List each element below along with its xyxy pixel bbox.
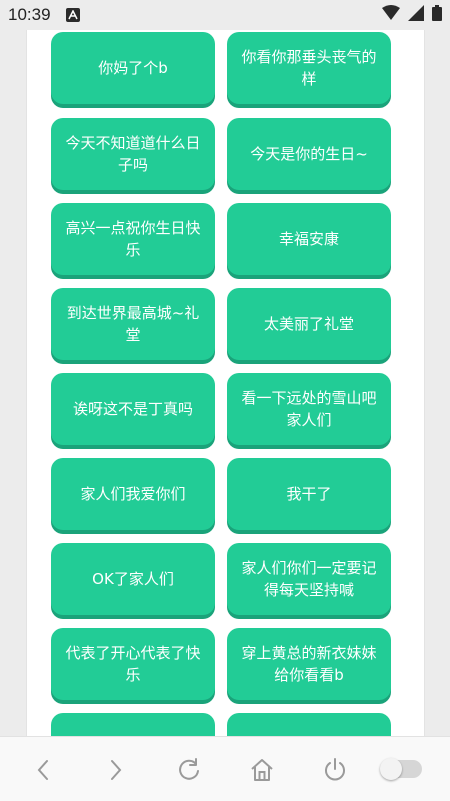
phrase-card[interactable]: 看一下远处的雪山吧家人们 xyxy=(227,373,391,445)
phrase-card-label: OK了家人们 xyxy=(92,570,174,588)
phrase-card[interactable]: 家人们我爱你们 xyxy=(51,458,215,530)
home-button[interactable] xyxy=(247,755,277,785)
phrase-card-label: 你看你那垂头丧气的样 xyxy=(241,48,377,88)
phrase-card-label: 到达世界最高城~礼堂 xyxy=(66,304,200,344)
phrase-card[interactable] xyxy=(51,713,215,736)
wifi-icon xyxy=(382,5,400,25)
phrase-card[interactable]: 家人们你们一定要记得每天坚持喊 xyxy=(227,543,391,615)
phrase-card[interactable]: 太美丽了礼堂 xyxy=(227,288,391,360)
phrase-card[interactable]: 今天不知道道什么日子吗 xyxy=(51,118,215,190)
a-notification-icon xyxy=(66,8,80,22)
back-icon xyxy=(37,760,48,780)
back-button[interactable] xyxy=(28,755,58,785)
phrase-card[interactable]: OK了家人们 xyxy=(51,543,215,615)
phrase-card[interactable]: 到达世界最高城~礼堂 xyxy=(51,288,215,360)
phrase-card-label: 幸福安康 xyxy=(278,230,339,248)
card-panel: 你妈了个b 你看你那垂头丧气的样 今天不知道道什么日子吗 今天是你的生日~ 高兴… xyxy=(26,30,425,736)
power-button[interactable] xyxy=(320,755,350,785)
home-icon xyxy=(251,759,273,781)
refresh-button[interactable] xyxy=(174,755,204,785)
phrase-card[interactable]: 我干了 xyxy=(227,458,391,530)
phrase-card-label: 看一下远处的雪山吧家人们 xyxy=(241,389,377,429)
phrase-card[interactable] xyxy=(227,713,391,736)
phrase-card-label: 穿上黄总的新衣妹妹给你看看b xyxy=(241,644,377,684)
phrase-card-label: 高兴一点祝你生日快乐 xyxy=(65,219,201,259)
content-area[interactable]: 你妈了个b 你看你那垂头丧气的样 今天不知道道什么日子吗 今天是你的生日~ 高兴… xyxy=(0,30,450,736)
battery-icon xyxy=(432,5,442,25)
phrase-card[interactable]: 你看你那垂头丧气的样 xyxy=(227,32,391,104)
status-time: 10:39 xyxy=(8,5,51,24)
phrase-card[interactable]: 今天是你的生日~ xyxy=(227,118,391,190)
signal-icon xyxy=(408,5,424,25)
toggle-switch[interactable] xyxy=(380,758,422,780)
phrase-card-label: 太美丽了礼堂 xyxy=(263,315,354,333)
bottom-nav-bar xyxy=(0,736,450,801)
phrase-card-label: 今天是你的生日~ xyxy=(250,145,368,163)
status-icons xyxy=(382,5,442,25)
refresh-icon xyxy=(179,758,199,780)
phrase-card[interactable]: 高兴一点祝你生日快乐 xyxy=(51,203,215,275)
forward-button[interactable] xyxy=(101,755,131,785)
phrase-card[interactable]: 诶呀这不是丁真吗 xyxy=(51,373,215,445)
status-bar: 10:39 xyxy=(0,0,450,30)
phrase-card-label: 今天不知道道什么日子吗 xyxy=(65,134,201,174)
phrase-card-label: 家人们我爱你们 xyxy=(80,485,186,503)
phrase-card[interactable]: 穿上黄总的新衣妹妹给你看看b xyxy=(227,628,391,700)
phrase-card-label: 你妈了个b xyxy=(98,59,168,77)
phrase-card-label: 诶呀这不是丁真吗 xyxy=(72,400,193,418)
forward-icon xyxy=(111,760,122,780)
power-icon xyxy=(325,758,345,781)
phrase-card[interactable]: 代表了开心代表了快乐 xyxy=(51,628,215,700)
phrase-card[interactable]: 你妈了个b xyxy=(51,32,215,104)
phrase-card[interactable]: 幸福安康 xyxy=(227,203,391,275)
phrase-card-label: 我干了 xyxy=(286,485,332,503)
toggle-knob xyxy=(380,758,402,780)
phrase-card-label: 家人们你们一定要记得每天坚持喊 xyxy=(241,559,377,599)
phrase-card-label: 代表了开心代表了快乐 xyxy=(65,644,201,684)
